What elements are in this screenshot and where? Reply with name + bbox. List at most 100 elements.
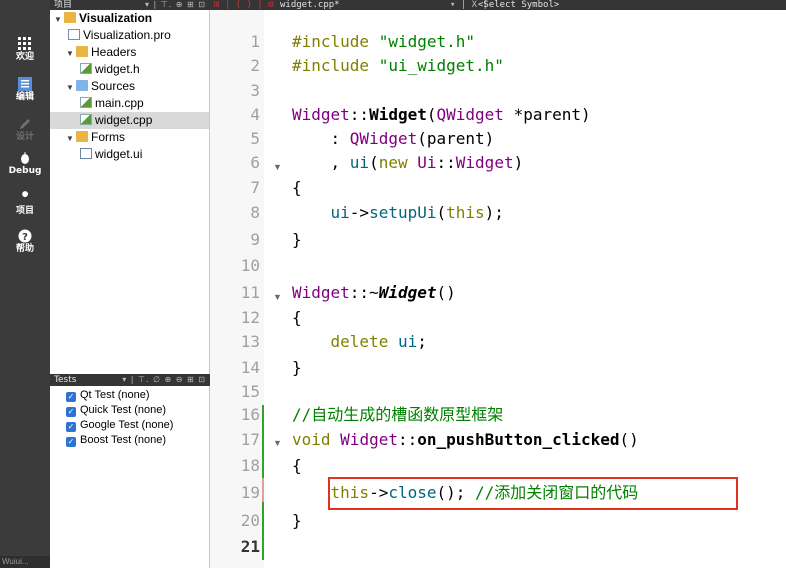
class-name: Widget [292, 283, 350, 302]
code-line-5: : QWidget(parent) [292, 127, 495, 151]
chevron-down-icon[interactable]: ▼ [54, 11, 64, 28]
mode-design[interactable]: 设计 [0, 116, 50, 143]
nav-arrows[interactable]: ⊡ | ⟨ ⟩ | ⊡ [214, 0, 274, 10]
header-file-icon [80, 63, 92, 74]
chevron-down-icon[interactable]: ▼ [66, 130, 76, 147]
change-marker [262, 478, 264, 502]
include-path: "widget.h" [369, 32, 476, 51]
code-line-9: } [292, 230, 302, 249]
mode-projects[interactable]: 项目 [0, 190, 50, 217]
code-line-16: //自动生成的槽函数原型框架 [292, 405, 504, 424]
keyword: void [292, 430, 331, 449]
line-number: 16 [240, 405, 260, 424]
test-item-qt[interactable]: ✓ Qt Test (none) [66, 388, 150, 402]
line-number: 17 [240, 430, 260, 449]
function-name: on_pushButton_clicked [417, 430, 620, 449]
code-line-17: void Widget::on_pushButton_clicked() [292, 428, 639, 452]
keyword: this [446, 203, 485, 222]
mode-edit[interactable]: 编辑 [0, 76, 50, 103]
symbol-selector[interactable]: <Select Symbol> [478, 0, 559, 10]
line-number: 1 [250, 32, 260, 51]
code-line-6: , ui(new Ui::Widget) [292, 151, 524, 175]
keyword: new [378, 153, 408, 172]
tests-pane-tools[interactable]: ▾ | ⊤. ∅ ⊕ ⊖ ⊞ ⊡ [122, 374, 206, 386]
line-number: 15 [240, 382, 260, 401]
line-number: 13 [240, 332, 260, 351]
tree-folder-forms[interactable]: ▼ Forms [66, 129, 125, 146]
class-name: QWidget [349, 129, 418, 148]
mode-debug[interactable]: Debug [0, 150, 50, 177]
chevron-down-icon[interactable]: ▼ [66, 79, 76, 96]
folder-icon [76, 46, 88, 57]
checkbox-checked-icon[interactable]: ✓ [66, 437, 76, 447]
svg-text:?: ? [22, 232, 28, 243]
member-name: ui [330, 203, 350, 222]
tree-project-root[interactable]: ▼ Visualization [54, 10, 152, 27]
paren: ); [484, 203, 504, 222]
tree-headers-label: Headers [91, 45, 137, 59]
checkbox-checked-icon[interactable]: ✓ [66, 407, 76, 417]
checkbox-checked-icon[interactable]: ✓ [66, 422, 76, 432]
tree-main-cpp-label: main.cpp [95, 96, 144, 110]
mode-welcome[interactable]: 欢迎 [0, 36, 50, 63]
test-label: Boost Test (none) [80, 434, 167, 446]
fold-arrow-icon[interactable]: ▼ [273, 431, 282, 455]
project-pane-tools[interactable]: ▾ | ⊤. ⊕ ⊞ ⊡ [145, 0, 206, 10]
line-number: 18 [240, 456, 260, 475]
mode-help[interactable]: ? 帮助 [0, 228, 50, 255]
paren: ( [426, 105, 437, 124]
line-number: 5 [250, 129, 260, 148]
class-name: Widget [292, 105, 350, 124]
fold-arrow-icon[interactable]: ▼ [273, 285, 282, 309]
tree-folder-headers[interactable]: ▼ Headers [66, 44, 136, 61]
code-text: ; [417, 332, 427, 351]
tree-item-widget-ui[interactable]: widget.ui [80, 146, 142, 163]
test-item-google[interactable]: ✓ Google Test (none) [66, 418, 173, 432]
tests-pane-title: Tests [54, 375, 77, 385]
line-number: 11 [240, 283, 260, 302]
tree-item-pro-file[interactable]: Visualization.pro [68, 27, 171, 44]
code-line-13: delete ui; [292, 330, 427, 354]
function-name: Widget [378, 283, 437, 302]
tree-root-label: Visualization [79, 11, 153, 25]
member-name: ui [349, 153, 370, 172]
checkbox-checked-icon[interactable]: ✓ [66, 392, 76, 402]
tree-widget-ui-label: widget.ui [95, 147, 143, 161]
bug-icon [21, 152, 29, 164]
test-label: Quick Test (none) [80, 404, 167, 416]
function-name: setupUi [369, 203, 437, 222]
fold-arrow-icon[interactable]: ▼ [273, 155, 282, 179]
line-number: 3 [250, 81, 260, 100]
test-label: Qt Test (none) [80, 389, 150, 401]
code-line-7: { [292, 178, 302, 197]
chevron-down-icon[interactable]: ▼ [66, 45, 76, 62]
test-label: Google Test (none) [80, 419, 174, 431]
edit-icon [18, 77, 32, 91]
test-item-boost[interactable]: ✓ Boost Test (none) [66, 433, 166, 447]
project-pane: 项目 ▾ | ⊤. ⊕ ⊞ ⊡ ▼ Visualization Visualiza… [50, 0, 210, 568]
scope-operator: ::~ [349, 283, 379, 302]
line-number: 19 [240, 483, 260, 502]
tree-item-main-cpp[interactable]: main.cpp [80, 95, 144, 112]
grid-icon [18, 37, 31, 50]
code-line-11: Widget::~Widget() [292, 281, 456, 305]
cpp-file-icon [80, 97, 92, 108]
line-number: 21 [240, 537, 260, 556]
code-line-20: } [292, 511, 302, 530]
test-item-quick[interactable]: ✓ Quick Test (none) [66, 403, 166, 417]
tree-pro-label: Visualization.pro [83, 28, 171, 42]
tree-sources-label: Sources [91, 79, 136, 93]
line-number: 9 [250, 230, 260, 249]
namespace: Ui [417, 153, 437, 172]
preprocessor-directive: #include [292, 56, 370, 75]
editor-filename[interactable]: widget.cpp* [280, 0, 340, 10]
include-path: "ui_widget.h" [369, 56, 504, 75]
tree-item-widget-h[interactable]: widget.h [80, 61, 140, 78]
editor-toolbar: ⊡ | ⟨ ⟩ | ⊡ widget.cpp* ▾ | X | <Select … [210, 0, 786, 10]
tree-item-widget-cpp[interactable]: widget.cpp [50, 112, 209, 129]
tree-folder-sources[interactable]: ▼ Sources [66, 78, 135, 95]
mode-edit-label: 编辑 [15, 92, 34, 102]
